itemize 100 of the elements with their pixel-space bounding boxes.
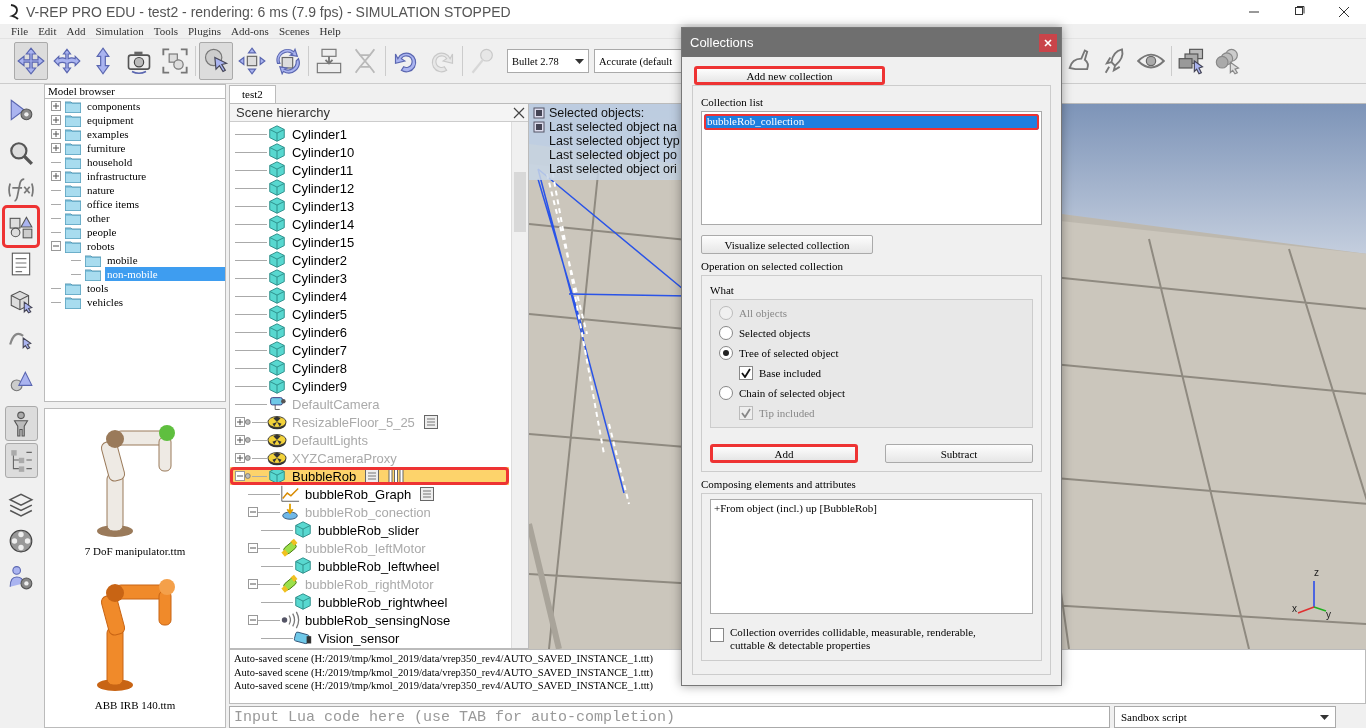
- menu-item[interactable]: Scenes: [273, 24, 315, 38]
- tree-item[interactable]: infrastructure: [85, 169, 225, 183]
- tab[interactable]: test2: [229, 85, 276, 103]
- button[interactable]: Subtract: [885, 444, 1033, 463]
- tree-row[interactable]: bubbleRob_rightwheel: [230, 593, 509, 611]
- tree-item[interactable]: other: [85, 211, 225, 225]
- cube-icon: [293, 520, 313, 540]
- dropdown[interactable]: Sandbox script: [1114, 706, 1336, 728]
- collapse-icon[interactable]: [51, 241, 61, 251]
- tool-button[interactable]: [4, 406, 38, 441]
- radio-button[interactable]: [719, 386, 733, 400]
- tree-label: Cylinder1: [292, 126, 347, 142]
- tree-row[interactable]: Cylinder1: [230, 125, 509, 143]
- tree-row[interactable]: Cylinder9: [230, 377, 509, 395]
- tree-row[interactable]: Cylinder6: [230, 323, 509, 341]
- tree-item[interactable]: furniture: [85, 141, 225, 155]
- check-icon: [741, 368, 751, 378]
- input-field[interactable]: Input Lua code here (use TAB for auto-completion): [229, 706, 1110, 728]
- tree-row[interactable]: bubbleRob_sensingNose: [230, 611, 509, 629]
- tree-row[interactable]: Cylinder3: [230, 269, 509, 287]
- button[interactable]: Add new collection: [694, 66, 885, 85]
- tree-row[interactable]: Cylinder13: [230, 197, 509, 215]
- expand-icon[interactable]: [235, 435, 245, 445]
- tree-row[interactable]: Cylinder14: [230, 215, 509, 233]
- tree-row[interactable]: Cylinder5: [230, 305, 509, 323]
- button[interactable]: Visualize selected collection: [701, 235, 873, 254]
- folder-icon: [65, 99, 81, 113]
- tree-item[interactable]: people: [85, 225, 225, 239]
- expand-icon[interactable]: [51, 101, 61, 111]
- expand-icon[interactable]: [51, 129, 61, 139]
- tree-label: bubbleRob_Graph: [305, 486, 412, 502]
- tree-label: DefaultLights: [292, 432, 368, 448]
- tree-label: XYZCameraProxy: [292, 450, 397, 466]
- option-label: Chain of selected object: [739, 387, 845, 399]
- collapse-icon[interactable]: [248, 615, 258, 625]
- tree-row[interactable]: Cylinder8: [230, 359, 509, 377]
- tree-item[interactable]: equipment: [85, 113, 225, 127]
- list-item[interactable]: +From object (incl.) up [BubbleRob]: [714, 502, 1029, 514]
- expand-icon[interactable]: [235, 417, 245, 427]
- dropdown[interactable]: Bullet 2.78: [507, 49, 589, 73]
- tree-item[interactable]: tools: [85, 281, 225, 295]
- tool-button[interactable]: [4, 443, 38, 478]
- tree-row[interactable]: Cylinder15: [230, 233, 509, 251]
- tree-row[interactable]: bubbleRob_leftwheel: [230, 557, 509, 575]
- folder-icon: [65, 225, 81, 239]
- checkbox[interactable]: [710, 628, 724, 642]
- menu-item[interactable]: Plugins: [183, 24, 226, 38]
- tree-row[interactable]: Cylinder10: [230, 143, 509, 161]
- tree-row[interactable]: Cylinder7: [230, 341, 509, 359]
- tree-label: Cylinder13: [292, 198, 355, 214]
- tree-row[interactable]: Cylinder4: [230, 287, 509, 305]
- tree-row[interactable]: Cylinder12: [230, 179, 509, 197]
- tree-item[interactable]: household: [85, 155, 225, 169]
- tree-row[interactable]: bubbleRob_slider: [230, 521, 509, 539]
- tree-item[interactable]: nature: [85, 183, 225, 197]
- close-button[interactable]: [1039, 33, 1057, 52]
- checkbox[interactable]: [739, 366, 753, 380]
- dropdown[interactable]: Accurate (default: [594, 49, 682, 73]
- tree-item[interactable]: components: [85, 99, 225, 113]
- radio-button[interactable]: [719, 346, 733, 360]
- collapse-icon[interactable]: [248, 579, 258, 589]
- cube-icon: [267, 196, 287, 216]
- tree-item[interactable]: examples: [85, 127, 225, 141]
- tree-row[interactable]: Vision_sensor: [230, 629, 509, 647]
- cube-icon: [267, 358, 287, 378]
- panel-title: Scene hierarchy: [236, 105, 330, 120]
- tree-item[interactable]: mobile: [105, 253, 225, 267]
- menu-item[interactable]: Add-ons: [226, 24, 274, 38]
- menu-item[interactable]: Tools: [148, 24, 183, 38]
- collapse-icon[interactable]: [235, 471, 245, 481]
- tree-row[interactable]: bubbleRob_Graph: [230, 485, 509, 503]
- collapse-icon[interactable]: [248, 507, 258, 517]
- folder-icon: [65, 197, 81, 211]
- axis-label: y: [1326, 609, 1331, 620]
- tree-item[interactable]: office items: [85, 197, 225, 211]
- expand-icon[interactable]: [51, 143, 61, 153]
- tree-row[interactable]: Cylinder2: [230, 251, 509, 269]
- option-label: Base included: [759, 367, 821, 379]
- expand-icon[interactable]: [235, 453, 245, 463]
- collapse-icon[interactable]: [248, 543, 258, 553]
- sensor-icon: [280, 610, 300, 630]
- folder-icon: [65, 141, 81, 155]
- tree-label: bubbleRob_sensingNose: [305, 612, 451, 628]
- expand-icon[interactable]: [51, 115, 61, 125]
- cube-icon: [267, 286, 287, 306]
- tree-label: ResizableFloor_5_25: [292, 414, 415, 430]
- tree-row[interactable]: Cylinder11: [230, 161, 509, 179]
- tree-row[interactable]: BubbleRob: [230, 467, 509, 485]
- menu-item[interactable]: File: [6, 24, 34, 38]
- tree-item[interactable]: robots: [85, 239, 225, 253]
- tree-item[interactable]: vehicles: [85, 295, 225, 309]
- list-item[interactable]: bubbleRob_collection: [704, 114, 1039, 130]
- button[interactable]: Add: [710, 444, 858, 463]
- menu-item[interactable]: Edit: [33, 24, 62, 38]
- menu-item[interactable]: Add: [61, 24, 91, 38]
- radio-button[interactable]: [719, 326, 733, 340]
- scrollbar[interactable]: [511, 122, 528, 648]
- menu-item[interactable]: Help: [314, 24, 346, 38]
- expand-icon[interactable]: [51, 171, 61, 181]
- menu-item[interactable]: Simulation: [90, 24, 149, 38]
